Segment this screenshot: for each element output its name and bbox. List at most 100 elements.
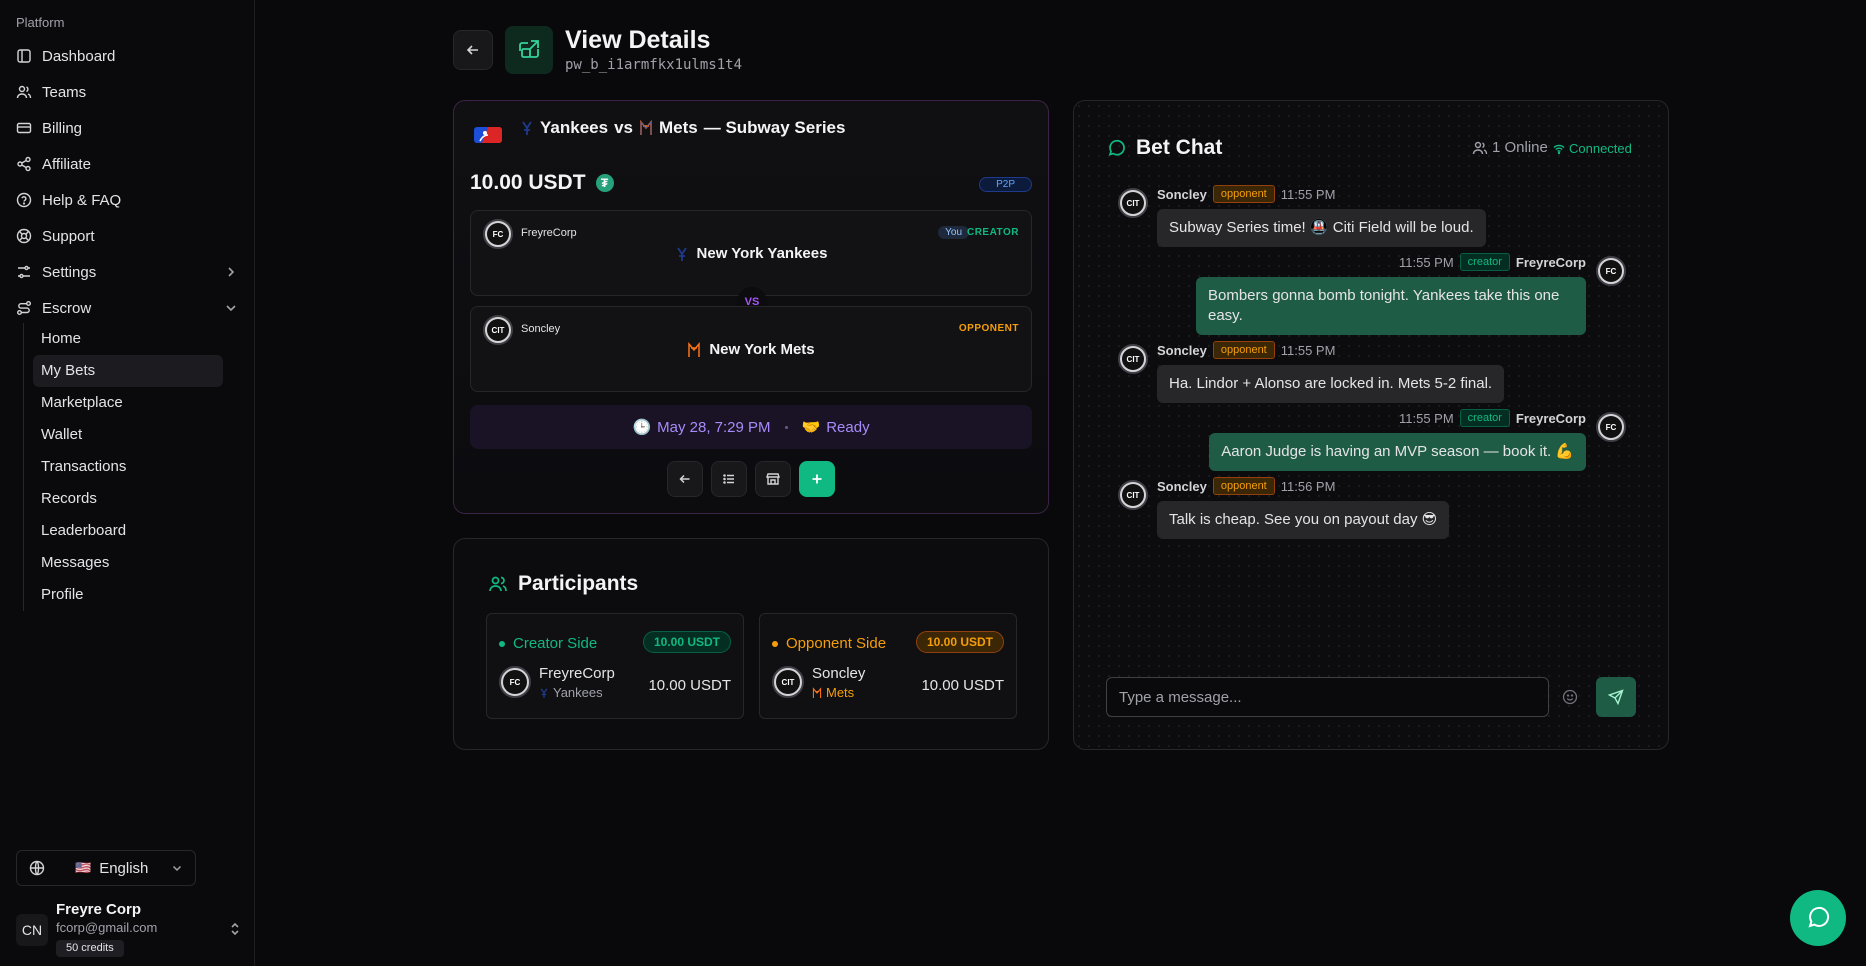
series-name: — Subway Series — [703, 118, 846, 137]
sidebar-item-records[interactable]: Records — [33, 483, 223, 515]
message-bubble: Subway Series time! 🚇 Citi Field will be… — [1157, 209, 1486, 247]
message-input[interactable] — [1106, 677, 1549, 717]
status-dot — [772, 640, 778, 647]
opponent-team-label: Mets — [826, 685, 855, 700]
sidebar-item-home[interactable]: Home — [33, 323, 223, 355]
credit-card-icon — [16, 122, 32, 134]
freyrecorp-avatar-icon: FC — [487, 223, 509, 245]
message-meta: Soncley opponent 11:55 PM — [1157, 341, 1335, 359]
message-meta: 11:55 PM creator FreyreCorp — [1399, 253, 1586, 271]
freyrecorp-avatar-icon: FC — [1600, 416, 1622, 438]
avatar: FC — [1596, 256, 1626, 286]
role-tag: opponent — [1212, 341, 1275, 359]
sidebar-item-escrow[interactable]: Escrow — [8, 290, 246, 326]
globe-icon — [29, 860, 45, 876]
marketplace-button[interactable] — [755, 461, 791, 497]
sidebar-item-marketplace[interactable]: Marketplace — [33, 387, 223, 419]
soncley-avatar-icon: CIT — [1122, 348, 1144, 370]
sidebar-item-label: Escrow — [42, 299, 92, 317]
chat-title-text: Bet Chat — [1136, 136, 1223, 159]
bet-actions — [454, 461, 1048, 497]
sidebar-item-transactions[interactable]: Transactions — [33, 451, 223, 483]
back-button[interactable] — [453, 30, 493, 70]
opponent-side-amount: 10.00 USDT — [915, 631, 1004, 653]
match-title: Yankees vs Mets — Subway Series — [520, 118, 845, 138]
bet-date: May 28, 7:29 PM — [657, 418, 771, 436]
sidebar-item-wallet[interactable]: Wallet — [33, 419, 223, 451]
message-meta: 11:55 PM creator FreyreCorp — [1399, 409, 1586, 427]
user-menu[interactable]: CN Freyre Corp fcorp@gmail.com 50 credit… — [16, 898, 246, 958]
bet-details-icon — [505, 26, 553, 74]
message-circle-icon — [1808, 906, 1830, 928]
team1-name: Yankees — [540, 118, 609, 137]
creator-participant-team: Yankees — [539, 685, 603, 700]
opponent-role-label: OPPONENT — [958, 323, 1019, 334]
sidebar-item-label: Billing — [42, 119, 83, 137]
handshake-icon — [519, 40, 539, 58]
send-icon — [1608, 689, 1624, 705]
back-action-button[interactable] — [667, 461, 703, 497]
mets-logo-icon — [688, 342, 701, 358]
sidebar-item-my-bets[interactable]: My Bets — [33, 355, 223, 387]
sidebar-item-messages[interactable]: Messages — [33, 547, 223, 579]
role-tag: opponent — [1212, 477, 1275, 495]
page-title: View Details — [565, 26, 711, 54]
chevron-down-icon — [172, 865, 182, 872]
arrow-left-icon — [679, 474, 690, 484]
creator-participant-name: FreyreCorp — [539, 665, 615, 682]
role-tag: opponent — [1212, 185, 1275, 203]
language-select[interactable]: 🇺🇸 English — [16, 850, 196, 886]
opponent-side-header: Opponent Side — [772, 635, 886, 652]
sidebar-item-profile[interactable]: Profile — [33, 579, 223, 611]
avatar: CIT — [1118, 188, 1148, 218]
sidebar-item-billing[interactable]: Billing — [8, 110, 246, 146]
sidebar-item-label: Help & FAQ — [42, 191, 122, 209]
opponent-side-card: Opponent Side 10.00 USDT CIT Soncley Met… — [759, 613, 1017, 719]
sidebar-item-affiliate[interactable]: Affiliate — [8, 146, 246, 182]
freyrecorp-avatar-icon: FC — [503, 670, 527, 694]
message-author: Soncley — [1157, 478, 1207, 494]
vs-label: vs — [614, 118, 633, 137]
sidebar-item-label: Support — [42, 227, 95, 245]
list-icon — [723, 474, 734, 484]
freyrecorp-avatar-icon: FC — [1600, 260, 1622, 282]
share-icon — [17, 156, 31, 172]
life-buoy-icon — [16, 228, 32, 244]
opponent-participant-name: Soncley — [812, 665, 866, 682]
status-dot — [499, 640, 505, 647]
wifi-icon — [1553, 144, 1565, 154]
separator-dot — [784, 425, 788, 429]
list-button[interactable] — [711, 461, 747, 497]
creator-side-amount: 10.00 USDT — [642, 631, 731, 653]
send-button[interactable] — [1596, 677, 1636, 717]
message-bubble: Ha. Lindor + Alonso are locked in. Mets … — [1157, 365, 1505, 403]
message-bubble: Aaron Judge is having an MVP season — bo… — [1209, 433, 1586, 471]
message-meta: Soncley opponent 11:56 PM — [1157, 477, 1335, 495]
sidebar-item-dashboard[interactable]: Dashboard — [8, 38, 246, 74]
dashboard-icon — [17, 49, 31, 63]
sidebar-item-label: Teams — [42, 83, 87, 101]
users-icon — [1472, 141, 1488, 154]
escrow-subnav: Home My Bets Marketplace Wallet Transact… — [23, 323, 223, 611]
creator-username: FreyreCorp — [521, 227, 577, 239]
opponent-username: Soncley — [521, 323, 561, 335]
sidebar-item-settings[interactable]: Settings — [8, 254, 246, 290]
participants-title-text: Participants — [518, 572, 639, 595]
sidebar-item-leaderboard[interactable]: Leaderboard — [33, 515, 223, 547]
creator-side-label: Creator Side — [513, 635, 598, 652]
sidebar-item-help[interactable]: Help & FAQ — [8, 182, 246, 218]
add-button[interactable] — [799, 461, 835, 497]
creator-team-name: New York Yankees — [696, 245, 828, 262]
bet-type-badge: P2P — [979, 177, 1032, 192]
sidebar-item-teams[interactable]: Teams — [8, 74, 246, 110]
plus-icon — [812, 474, 822, 484]
bet-chat-panel: Bet Chat 1 Online Connected CIT Soncley … — [1073, 100, 1669, 750]
mlb-logo-icon — [474, 127, 502, 143]
support-chat-button[interactable] — [1790, 890, 1846, 946]
participants-panel: Participants Creator Side 10.00 USDT FC … — [453, 538, 1049, 750]
bet-amount: 10.00 USDT ₮ — [470, 171, 614, 195]
yankees-logo-icon — [676, 247, 687, 262]
smile-icon[interactable] — [1562, 689, 1578, 705]
sidebar-item-support[interactable]: Support — [8, 218, 246, 254]
creator-team: New York Yankees — [471, 245, 1031, 262]
